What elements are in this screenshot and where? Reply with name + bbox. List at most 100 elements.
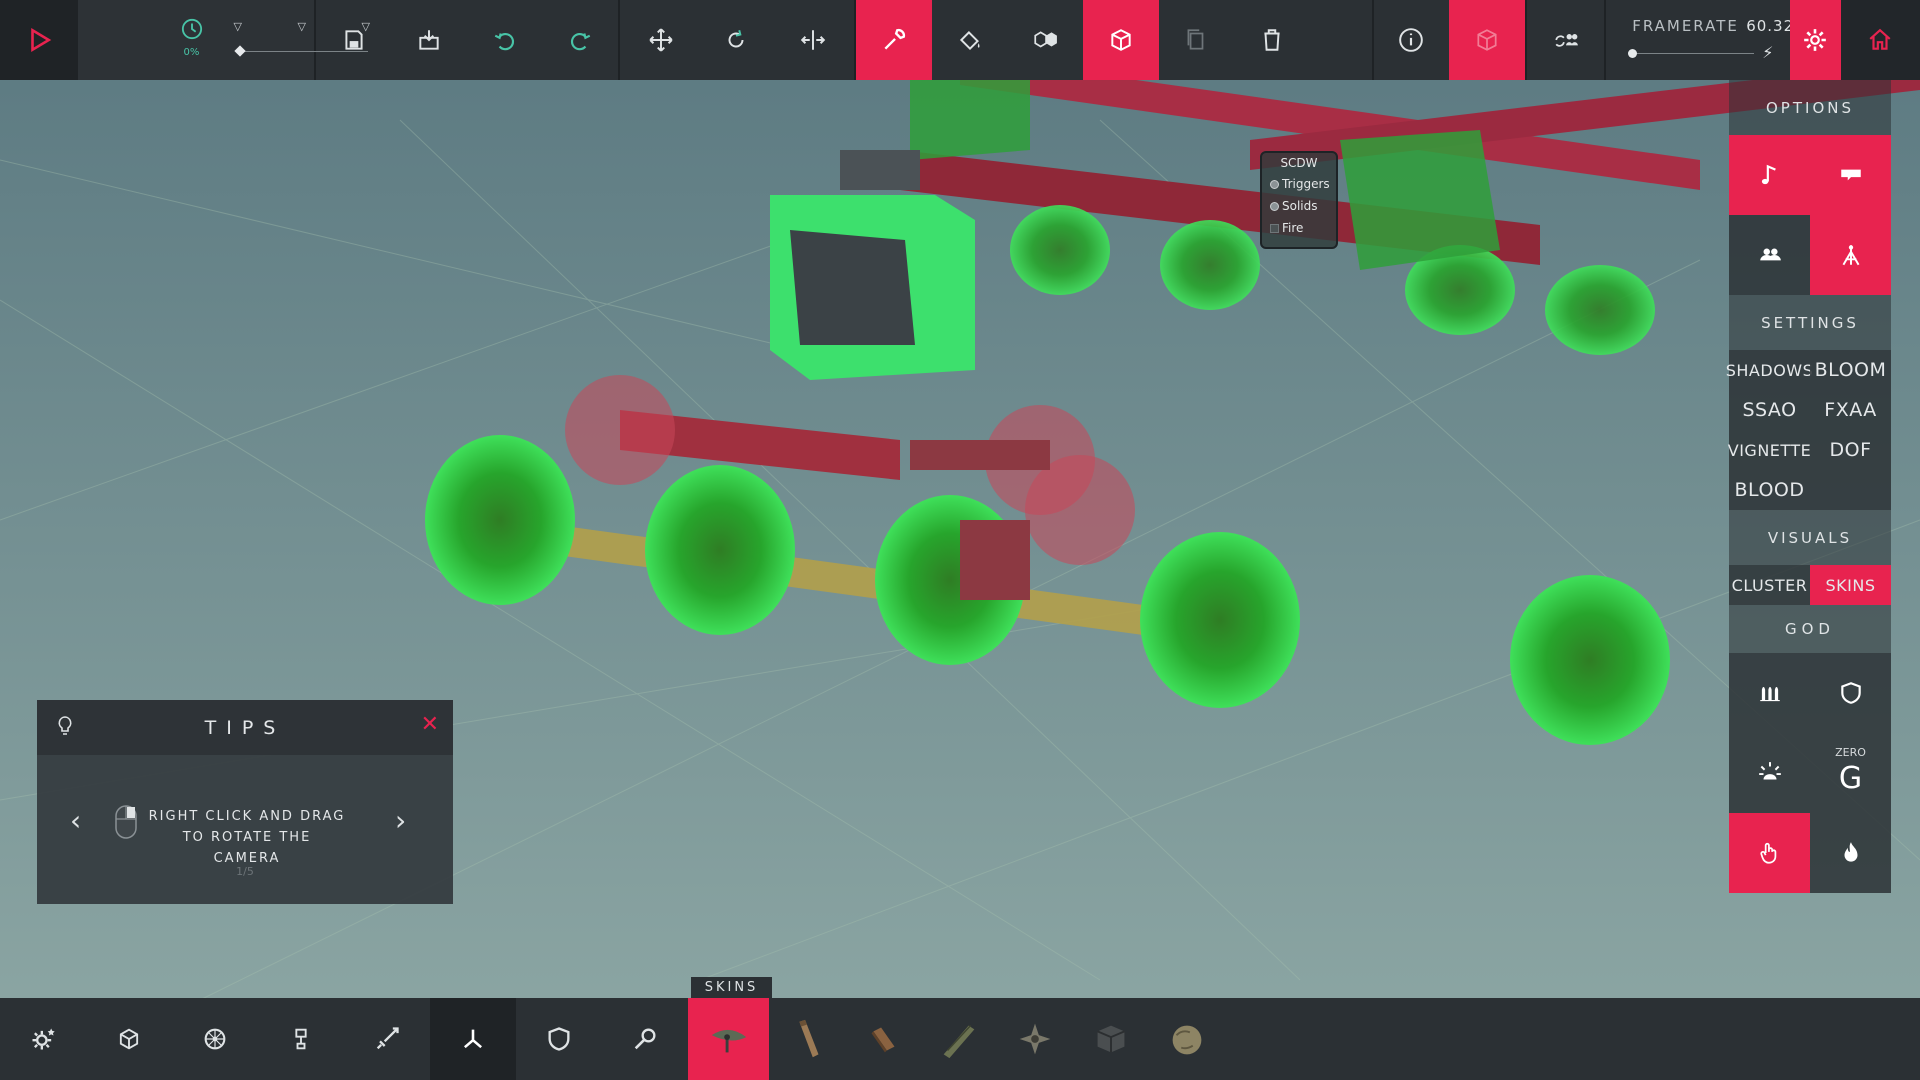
- bloom-toggle[interactable]: BLOOM: [1810, 350, 1891, 390]
- framerate-control[interactable]: FRAMERATE 60.32 ⚡: [1606, 0, 1793, 80]
- tips-previous-button[interactable]: ‹: [70, 807, 81, 835]
- tips-next-button[interactable]: ›: [395, 807, 406, 835]
- save-button[interactable]: [316, 0, 392, 80]
- category-blocks[interactable]: [86, 998, 172, 1080]
- redo-icon: [571, 32, 591, 51]
- debug-fire-toggle[interactable]: Fire: [1262, 217, 1336, 239]
- fxaa-toggle[interactable]: FXAA: [1810, 390, 1891, 430]
- move-button[interactable]: [620, 0, 701, 80]
- centerofmass-toggle[interactable]: [1810, 215, 1891, 295]
- multiplayer-button[interactable]: [1527, 0, 1605, 80]
- debug-solids-label: Solids: [1282, 199, 1318, 213]
- load-button[interactable]: [391, 0, 467, 80]
- skin-item-boulder[interactable]: [1149, 998, 1225, 1080]
- framerate-handle[interactable]: [1628, 49, 1638, 58]
- wrench-button[interactable]: [856, 0, 932, 80]
- plank-skin-icon: [799, 1019, 819, 1058]
- shadows-toggle[interactable]: SHADOWS: [1726, 350, 1813, 390]
- mouse-icon: [115, 805, 137, 839]
- framerate-track[interactable]: [1632, 53, 1755, 54]
- vignette-toggle[interactable]: VIGNETTE: [1728, 430, 1811, 470]
- ssao-toggle[interactable]: SSAO: [1729, 390, 1810, 430]
- mirror-button[interactable]: [771, 0, 854, 80]
- drag-toggle[interactable]: [1729, 813, 1810, 893]
- skin-item-metal-box[interactable]: [1073, 998, 1149, 1080]
- debug-panel: SCDW Triggers Solids Fire: [1260, 151, 1338, 249]
- explosion-toggle[interactable]: [1729, 733, 1810, 813]
- cube-view-button[interactable]: [1449, 0, 1525, 80]
- category-structure[interactable]: [430, 998, 516, 1080]
- category-mechanical[interactable]: [258, 998, 344, 1080]
- debug-fire-label: Fire: [1282, 221, 1304, 235]
- debug-solids-toggle[interactable]: Solids: [1262, 195, 1336, 217]
- skin-item-wood-block[interactable]: [845, 998, 921, 1080]
- close-icon[interactable]: ✕: [421, 714, 439, 736]
- boundaries-icon: [1034, 31, 1058, 48]
- dof-toggle[interactable]: DOF: [1810, 430, 1891, 470]
- god-title: GOD: [1729, 605, 1891, 653]
- invincible-toggle[interactable]: [1810, 653, 1891, 733]
- rotate-button[interactable]: [701, 0, 771, 80]
- settings-button[interactable]: [1790, 0, 1841, 80]
- propeller-skin-icon: [711, 1029, 746, 1053]
- shield-icon: [1840, 682, 1861, 704]
- skin-item-spinner[interactable]: [997, 998, 1073, 1080]
- preset-marker-2[interactable]: ▽: [298, 20, 306, 33]
- tip-line-1: RIGHT CLICK AND DRAG: [148, 809, 346, 824]
- debug-triggers-toggle[interactable]: Triggers: [1262, 173, 1336, 195]
- category-armour[interactable]: [516, 998, 602, 1080]
- load-icon: [419, 30, 439, 50]
- players-icon: [1759, 248, 1781, 261]
- checkbox-icon: [1270, 223, 1279, 233]
- zero-g-toggle[interactable]: ZERO G: [1810, 733, 1891, 813]
- lightning-icon[interactable]: ⚡: [1762, 43, 1773, 62]
- trash-button[interactable]: [1234, 0, 1310, 80]
- time-scale-value: 0%: [183, 47, 200, 58]
- skin-item-plank[interactable]: [769, 998, 845, 1080]
- undo-button[interactable]: [467, 0, 543, 80]
- music-toggle[interactable]: [1729, 135, 1810, 215]
- time-scale-control[interactable]: 0% ▽ ▽ ▽: [77, 0, 370, 80]
- skin-item-wing[interactable]: [921, 998, 997, 1080]
- redo-button[interactable]: [543, 0, 619, 80]
- magnifier-icon: [634, 1028, 656, 1050]
- info-button[interactable]: [1374, 0, 1450, 80]
- copy-button[interactable]: [1159, 0, 1235, 80]
- category-wheels[interactable]: [172, 998, 258, 1080]
- category-settings[interactable]: [0, 998, 86, 1080]
- category-utility[interactable]: [602, 998, 688, 1080]
- time-scale-handle[interactable]: [233, 45, 246, 57]
- top-toolbar: 0% ▽ ▽ ▽ FRAMERATE 60.32 ⚡: [0, 0, 1920, 80]
- block-box-button[interactable]: [1083, 0, 1159, 80]
- skins-toggle[interactable]: SKINS: [1810, 565, 1891, 605]
- cluster-toggle[interactable]: CLUSTER: [1729, 565, 1810, 605]
- category-weapons[interactable]: [344, 998, 430, 1080]
- scene-viewport[interactable]: [0, 0, 1920, 1080]
- clock-icon: [181, 18, 202, 40]
- fire-toggle[interactable]: [1810, 813, 1891, 893]
- home-button[interactable]: [1840, 0, 1920, 80]
- skin-item-selected[interactable]: [688, 998, 769, 1080]
- copy-icon: [1187, 29, 1204, 50]
- play-button[interactable]: [0, 0, 78, 80]
- radio-icon: [1270, 179, 1279, 189]
- tips-header: TIPS ✕: [37, 700, 453, 755]
- debug-triggers-label: Triggers: [1282, 177, 1330, 191]
- infinite-ammo-toggle[interactable]: [1729, 653, 1810, 733]
- settings-title: SETTINGS: [1729, 295, 1891, 350]
- ammo-icon: [1759, 687, 1780, 702]
- preset-marker-1[interactable]: ▽: [234, 20, 242, 33]
- trash-icon: [1264, 29, 1280, 51]
- undo-icon: [494, 32, 514, 51]
- rotate-icon: [728, 30, 744, 48]
- boulder-skin-icon: [1172, 1025, 1202, 1055]
- mirror-icon: [800, 30, 825, 50]
- paint-button[interactable]: [932, 0, 1008, 80]
- chat-toggle[interactable]: [1810, 135, 1891, 215]
- players-toggle[interactable]: [1729, 215, 1810, 295]
- save-icon: [345, 30, 363, 50]
- blood-toggle[interactable]: BLOOD: [1729, 470, 1810, 510]
- wing-skin-icon: [943, 1025, 975, 1059]
- boundaries-button[interactable]: [1008, 0, 1084, 80]
